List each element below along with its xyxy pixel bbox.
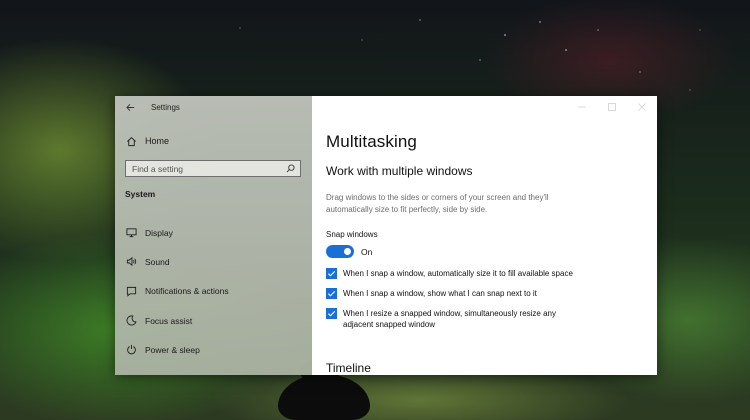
close-icon	[638, 103, 646, 111]
checkbox-auto-size[interactable]	[326, 268, 337, 279]
sidebar-item-power-sleep[interactable]: Power & sleep	[115, 335, 312, 364]
checkmark-icon	[327, 310, 336, 317]
back-arrow-icon[interactable]	[123, 100, 137, 114]
window-controls	[567, 96, 657, 118]
search-input[interactable]	[132, 163, 272, 174]
sidebar-item-label: Display	[145, 227, 173, 238]
section-description: Drag windows to the sides or corners of …	[326, 193, 549, 214]
search-icon[interactable]	[286, 160, 295, 178]
checkbox-resize-adjacent[interactable]	[326, 308, 337, 319]
sidebar-item-sound[interactable]: Sound	[115, 247, 312, 276]
checkbox-snap-assist[interactable]	[326, 288, 337, 299]
sidebar-item-label: Home	[145, 136, 170, 146]
checkbox-label: When I resize a snapped window, simultan…	[343, 309, 556, 329]
sidebar-item-display[interactable]: Display	[115, 218, 312, 247]
minimize-icon	[578, 106, 586, 108]
snap-windows-label: Snap windows	[326, 230, 378, 239]
sidebar-section-title: System	[125, 189, 156, 199]
sidebar-item-label: Power & sleep	[145, 344, 200, 355]
notifications-icon	[126, 286, 137, 297]
sidebar-item-label: Sound	[145, 256, 170, 267]
close-button[interactable]	[627, 96, 657, 118]
settings-window: Settings Home System Display	[115, 96, 657, 375]
sidebar: Settings Home System Display	[115, 96, 312, 375]
sidebar-item-home[interactable]: Home	[115, 128, 312, 154]
sidebar-item-label: Focus assist	[145, 315, 193, 326]
maximize-icon	[608, 103, 616, 111]
speaker-icon	[126, 256, 137, 267]
minimize-button[interactable]	[567, 96, 597, 118]
content-pane: Multitasking Work with multiple windows …	[312, 96, 657, 375]
background-rock-formation	[278, 374, 370, 420]
checkbox-row: When I snap a window, automatically size…	[326, 268, 657, 279]
checkbox-label: When I snap a window, automatically size…	[343, 269, 573, 278]
sidebar-item-notifications[interactable]: Notifications & actions	[115, 277, 312, 306]
window-title: Settings	[151, 102, 180, 112]
sidebar-item-focus-assist[interactable]: Focus assist	[115, 306, 312, 335]
snap-windows-toggle-row: On	[326, 245, 657, 258]
section-heading: Work with multiple windows	[326, 164, 473, 178]
page-title: Multitasking	[326, 132, 417, 151]
search-box[interactable]	[125, 160, 301, 177]
title-bar: Settings	[115, 96, 312, 118]
checkmark-icon	[327, 290, 336, 297]
timeline-heading: Timeline	[326, 361, 371, 375]
checkbox-row: When I snap a window, show what I can sn…	[326, 288, 657, 299]
checkbox-row: When I resize a snapped window, simultan…	[326, 308, 657, 330]
snap-windows-toggle[interactable]	[326, 245, 354, 258]
maximize-button[interactable]	[597, 96, 627, 118]
checkmark-icon	[327, 270, 336, 277]
sidebar-nav: Display Sound Notifications & actions Fo…	[115, 218, 312, 364]
toggle-state-label: On	[361, 246, 373, 257]
power-icon	[126, 344, 137, 355]
home-icon	[126, 136, 137, 147]
checkbox-label: When I snap a window, show what I can sn…	[343, 289, 537, 298]
display-icon	[126, 227, 137, 238]
sidebar-item-label: Notifications & actions	[145, 286, 229, 297]
moon-icon	[126, 315, 137, 326]
toggle-knob	[344, 248, 351, 255]
